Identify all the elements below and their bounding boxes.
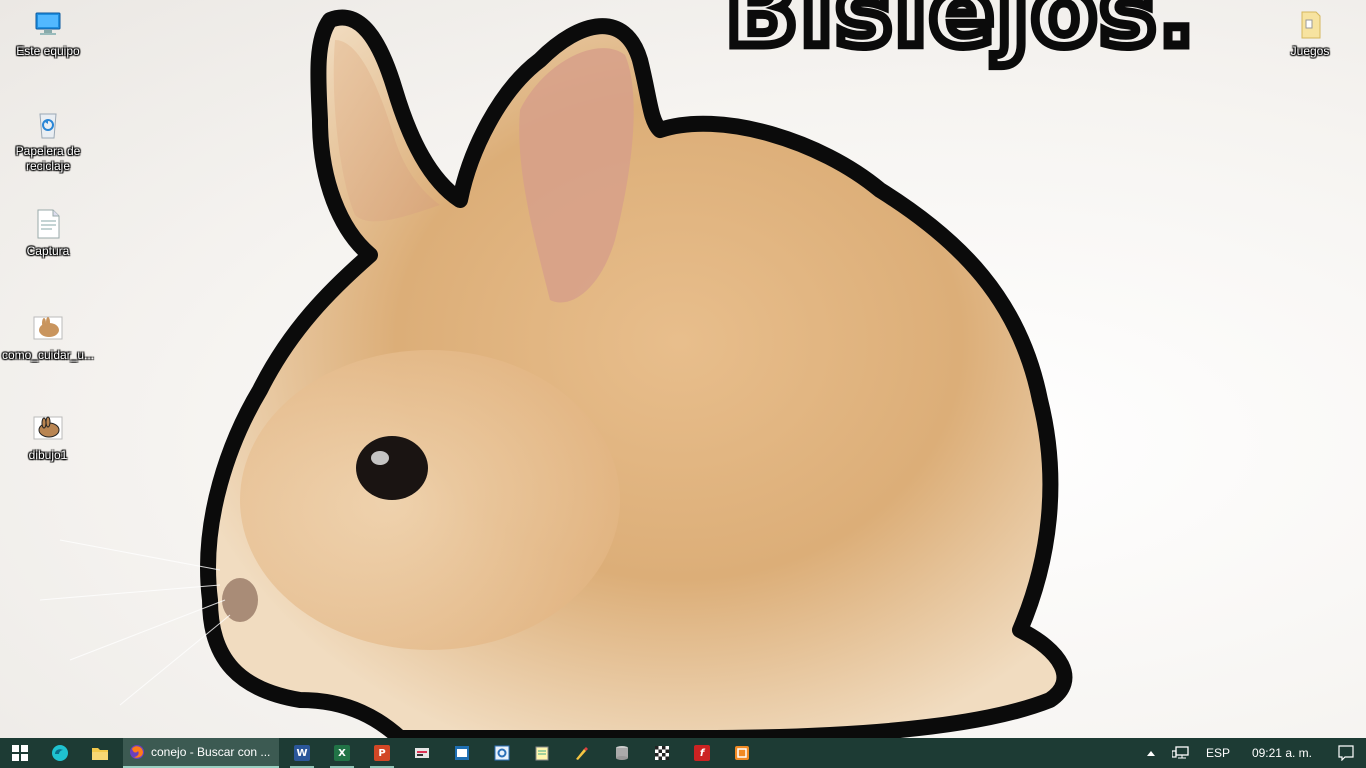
taskbar-database[interactable] bbox=[602, 738, 642, 768]
wallpaper-rabbit-image: Bisiejos. bbox=[39, 0, 1199, 738]
taskbar-flash[interactable]: f bbox=[682, 738, 722, 768]
tool-icon bbox=[415, 748, 429, 758]
desktop-icon-label: como_cuidar_u... bbox=[1, 348, 95, 362]
powerpoint-icon: P bbox=[374, 745, 390, 761]
word-icon: W bbox=[294, 745, 310, 761]
paint-icon bbox=[576, 747, 588, 760]
taskbar-file-explorer[interactable] bbox=[80, 738, 120, 768]
desktop-icon-label: Este equipo bbox=[16, 44, 80, 58]
taskbar: conejo - Buscar con ... W X P f ESP 09:2… bbox=[0, 738, 1366, 768]
taskbar-tool[interactable] bbox=[402, 738, 442, 768]
desktop-icon-label: dibujo1 bbox=[28, 448, 68, 462]
taskbar-active-window-firefox[interactable]: conejo - Buscar con ... bbox=[123, 738, 279, 768]
chevron-up-icon bbox=[1146, 751, 1155, 756]
folder-icon bbox=[1294, 8, 1326, 40]
desktop-icon-label: Captura bbox=[26, 244, 70, 258]
taskbar-powerpoint[interactable]: P bbox=[362, 738, 402, 768]
flash-icon: f bbox=[694, 745, 710, 761]
folder-icon bbox=[92, 748, 108, 760]
excel-icon: X bbox=[334, 745, 350, 761]
desktop-icon-este-equipo[interactable]: Este equipo bbox=[0, 8, 96, 59]
language-indicator[interactable]: ESP bbox=[1198, 738, 1238, 768]
publisher-icon bbox=[455, 746, 469, 760]
active-window-title: conejo - Buscar con ... bbox=[151, 745, 271, 759]
network-icon bbox=[1171, 746, 1189, 759]
wallpaper-handwritten-text: Bisiejos. bbox=[725, 0, 1197, 68]
windows-logo-icon bbox=[12, 745, 28, 761]
taskbar-paint[interactable] bbox=[562, 738, 602, 768]
taskbar-outlook[interactable] bbox=[482, 738, 522, 768]
desktop-icon-papelera[interactable]: Papelera de reciclaje bbox=[0, 108, 96, 174]
system-tray: ESP 09:21 a. m. bbox=[1138, 738, 1366, 768]
desktop-icon-dibujo1[interactable]: dibujo1 bbox=[0, 412, 96, 463]
app-icon bbox=[735, 746, 749, 760]
rabbit-image-icon bbox=[32, 312, 64, 344]
taskbar-chess[interactable] bbox=[642, 738, 682, 768]
outlook-icon bbox=[494, 745, 510, 761]
clock[interactable]: 09:21 a. m. bbox=[1238, 738, 1326, 768]
desktop-icon-label: Papelera de reciclaje bbox=[15, 144, 81, 173]
desktop: Bisiejos. Este equipo Papelera de recicl… bbox=[0, 0, 1366, 738]
taskbar-word[interactable]: W bbox=[282, 738, 322, 768]
network-status[interactable] bbox=[1164, 738, 1198, 768]
database-icon bbox=[616, 746, 628, 760]
desktop-icon-captura[interactable]: Captura bbox=[0, 208, 96, 259]
desktop-icon-como-cuidar[interactable]: como_cuidar_u... bbox=[0, 312, 96, 363]
action-center-button[interactable] bbox=[1326, 738, 1366, 768]
recycle-bin-icon bbox=[32, 108, 64, 140]
document-icon bbox=[32, 208, 64, 240]
computer-icon bbox=[32, 8, 64, 40]
desktop-icon-label: Juegos bbox=[1290, 44, 1330, 58]
rabbit-image-icon bbox=[32, 412, 64, 444]
taskbar-edge[interactable] bbox=[40, 738, 80, 768]
start-button[interactable] bbox=[0, 738, 40, 768]
chess-icon bbox=[655, 746, 669, 760]
taskbar-excel[interactable]: X bbox=[322, 738, 362, 768]
tray-overflow-chevron[interactable] bbox=[1138, 738, 1164, 768]
firefox-icon bbox=[130, 745, 144, 759]
desktop-icon-juegos[interactable]: Juegos bbox=[1262, 8, 1358, 59]
taskbar-publisher[interactable] bbox=[442, 738, 482, 768]
notification-icon bbox=[1338, 745, 1354, 761]
taskbar-app-orange[interactable] bbox=[722, 738, 762, 768]
taskbar-notepad[interactable] bbox=[522, 738, 562, 768]
notepad-icon bbox=[535, 746, 549, 761]
edge-icon bbox=[52, 745, 68, 761]
